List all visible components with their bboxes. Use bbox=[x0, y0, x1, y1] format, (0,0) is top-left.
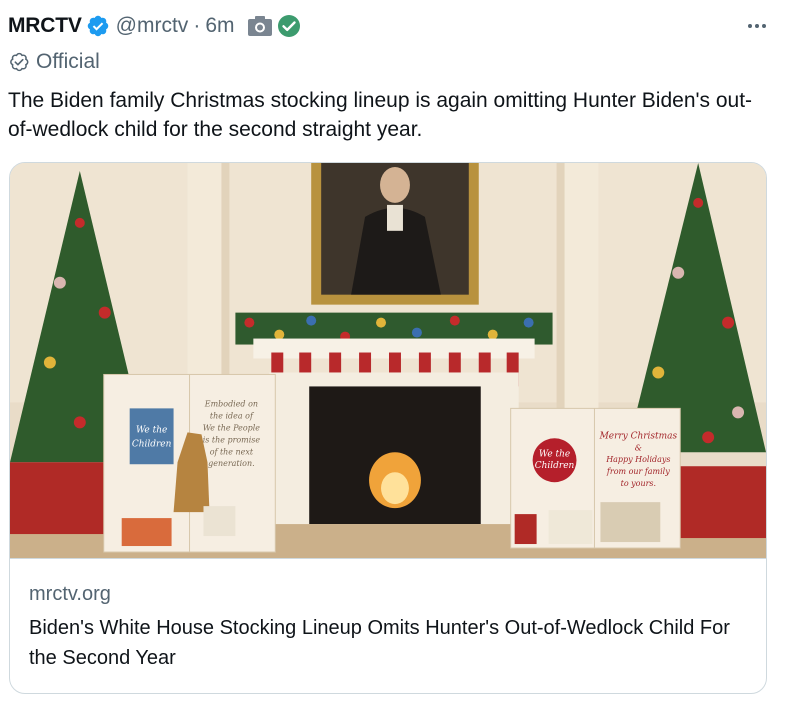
svg-text:Children: Children bbox=[132, 439, 172, 449]
svg-text:Children: Children bbox=[535, 461, 575, 471]
official-label: Official bbox=[36, 50, 100, 73]
link-card[interactable]: We the Children Embodied on the idea of … bbox=[9, 162, 767, 694]
svg-text:We the People: We the People bbox=[203, 423, 261, 432]
svg-text:to yours.: to yours. bbox=[621, 479, 656, 488]
separator-dot: · bbox=[193, 14, 201, 37]
svg-text:Merry Christmas: Merry Christmas bbox=[599, 431, 678, 441]
tweet-text: The Biden family Christmas stocking line… bbox=[8, 89, 753, 141]
more-dots-icon bbox=[748, 24, 752, 28]
card-title[interactable]: Biden's White House Stocking Lineup Omit… bbox=[29, 613, 746, 673]
card-meta: mrctv.org Biden's White House Stocking L… bbox=[10, 559, 766, 673]
svg-text:&: & bbox=[635, 443, 642, 452]
svg-text:generation.: generation. bbox=[208, 459, 254, 468]
svg-text:Happy Holidays: Happy Holidays bbox=[605, 455, 670, 464]
tweet[interactable]: MRCTV @mrctv · 6m Official The Biden fam… bbox=[0, 0, 786, 709]
author-handle[interactable]: @mrctv bbox=[116, 14, 189, 38]
more-options-button[interactable] bbox=[742, 14, 772, 38]
official-label-row: Official bbox=[8, 50, 100, 74]
card-domain: mrctv.org bbox=[29, 583, 111, 605]
tweet-timestamp[interactable]: 6m bbox=[205, 14, 234, 38]
verified-badge-icon[interactable] bbox=[86, 14, 110, 38]
tweet-header: MRCTV @mrctv · 6m bbox=[8, 10, 772, 42]
svg-text:We the: We the bbox=[539, 449, 570, 459]
camera-icon bbox=[247, 15, 273, 37]
card-image[interactable]: We the Children Embodied on the idea of … bbox=[10, 163, 766, 559]
svg-text:We the: We the bbox=[136, 425, 167, 435]
official-badge-icon bbox=[8, 51, 30, 73]
author-name[interactable]: MRCTV bbox=[8, 14, 82, 38]
svg-text:of the next: of the next bbox=[210, 447, 254, 456]
svg-text:is the promise: is the promise bbox=[203, 435, 261, 444]
svg-text:the idea of: the idea of bbox=[210, 411, 255, 420]
svg-text:Embodied on: Embodied on bbox=[204, 399, 258, 408]
svg-text:from our family: from our family bbox=[606, 467, 670, 476]
check-circle-icon bbox=[277, 14, 301, 38]
